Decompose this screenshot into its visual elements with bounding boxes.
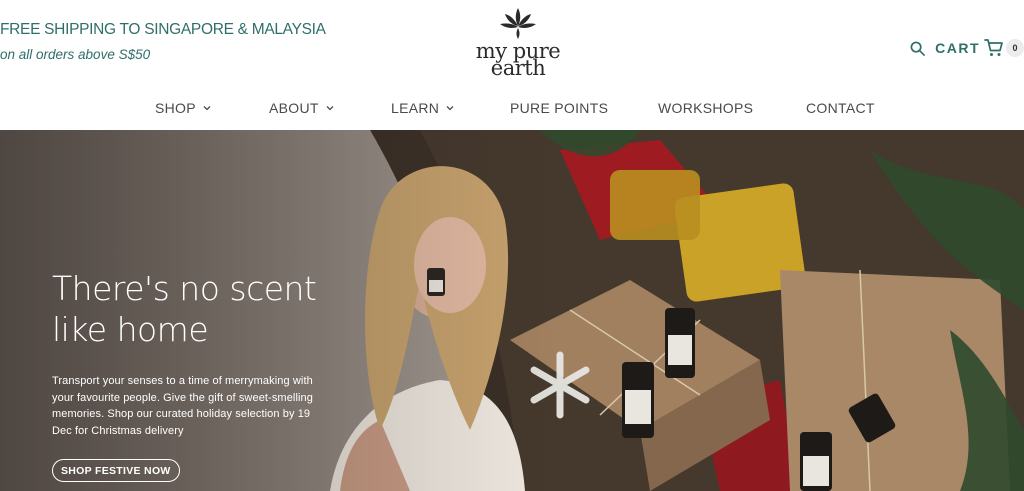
nav-item-about[interactable]: ABOUT [269,100,335,116]
nav-item-label: CONTACT [806,100,875,116]
main-nav: SHOP ABOUT LEARN PURE POINTS WORKSHOPS C… [0,96,1024,122]
nav-item-label: WORKSHOPS [658,100,754,116]
chevron-down-icon [326,106,334,111]
logo-text-line2: earth [490,56,546,80]
cart-icon[interactable] [984,38,1004,58]
shipping-promo-subtitle: on all orders above S$50 [0,47,151,62]
hero-description: Transport your senses to a time of merry… [52,375,313,437]
nav-item-label: ABOUT [269,100,319,116]
site-logo[interactable]: my pure earth [462,6,574,82]
shop-festive-button[interactable]: SHOP FESTIVE NOW [52,459,180,482]
hero-heading: There's no scent like home [52,269,317,349]
nav-item-label: SHOP [155,100,196,116]
nav-item-pure-points[interactable]: PURE POINTS [510,100,608,116]
nav-item-shop[interactable]: SHOP [155,100,212,116]
search-icon [910,41,925,56]
nav-item-workshops[interactable]: WORKSHOPS [658,100,753,116]
nav-item-label: LEARN [391,100,440,116]
shipping-promo-title: FREE SHIPPING TO SINGAPORE & MALAYSIA [0,21,326,38]
nav-item-contact[interactable]: CONTACT [806,100,875,116]
cart-count-badge: 0 [1006,39,1024,57]
site-header: FREE SHIPPING TO SINGAPORE & MALAYSIA on… [0,0,1024,130]
header-actions: CART 0 [907,37,1024,59]
lotus-logo-icon [500,8,536,39]
hero-banner: There's no scent like home Transport you… [0,130,1024,491]
cart-link[interactable]: CART [935,40,980,56]
chevron-down-icon [446,106,454,111]
nav-item-learn[interactable]: LEARN [391,100,455,116]
chevron-down-icon [203,106,211,111]
nav-item-label: PURE POINTS [510,100,609,116]
search-button[interactable] [907,38,927,58]
